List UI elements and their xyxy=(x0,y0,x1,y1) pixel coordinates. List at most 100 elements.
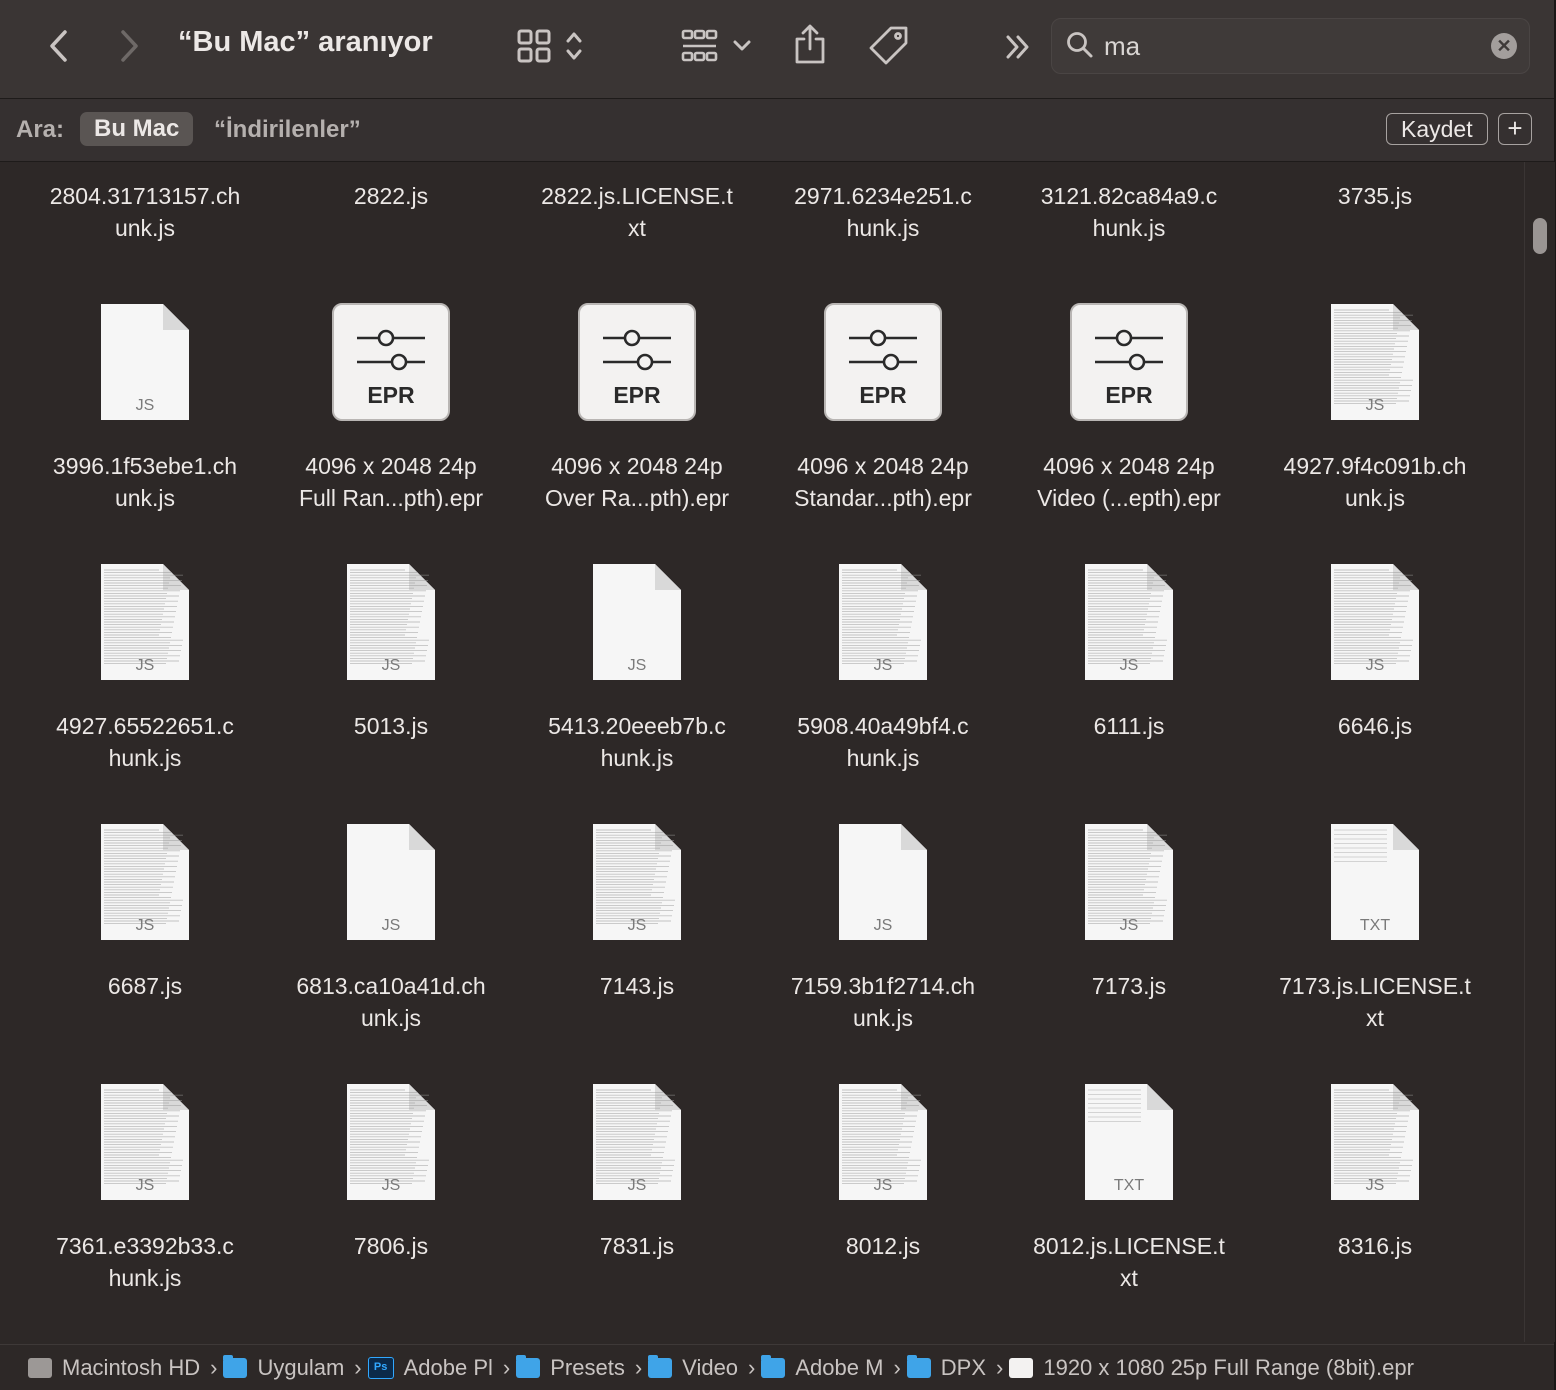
chevron-right-icon: › xyxy=(502,1354,511,1380)
file-item[interactable]: JS 5013.js xyxy=(268,562,514,742)
path-item[interactable]: Video › xyxy=(648,1354,756,1381)
path-item[interactable]: Uygulam › xyxy=(223,1354,362,1381)
file-name: 5908.40a49bf4.c hunk.js xyxy=(797,713,969,771)
file-item[interactable]: JS 7831.js xyxy=(514,1082,760,1262)
file-name: 5413.20eeeb7b.c hunk.js xyxy=(548,713,726,771)
file-name: 4096 x 2048 24p Over Ra...pth).epr xyxy=(544,453,730,511)
search-icon xyxy=(1066,31,1094,64)
grid-view-icon[interactable] xyxy=(516,28,552,64)
share-icon[interactable] xyxy=(792,22,828,66)
photoshop-icon: Ps xyxy=(367,1356,394,1379)
file-item[interactable]: JS 8012.js xyxy=(760,1082,1006,1262)
svg-text:JS: JS xyxy=(1120,657,1139,674)
finder-window: “Bu Mac” aranıyor ma ✕ Ara: Bu Mac “İndi… xyxy=(0,0,1556,1390)
js-file-icon: JS xyxy=(99,822,191,942)
path-item[interactable]: Macintosh HD › xyxy=(28,1355,217,1381)
file-item[interactable]: JS 6813.ca10a41d.ch unk.js xyxy=(268,822,514,1034)
file-name: 7806.js xyxy=(353,1233,429,1259)
js-file-icon: JS xyxy=(1329,302,1421,422)
svg-text:JS: JS xyxy=(136,657,155,674)
file-item[interactable]: JS 8316.js xyxy=(1252,1082,1498,1262)
file-item[interactable]: 2822.js.LICENSE.t xt xyxy=(514,180,760,244)
file-grid: 2804.31713157.ch unk.js 2822.js 2822.js.LIC… xyxy=(22,162,1522,1342)
file-item[interactable]: JS 6687.js xyxy=(22,822,268,1002)
file-item[interactable]: JS 7173.js xyxy=(1006,822,1252,1002)
more-icon[interactable] xyxy=(1000,30,1036,64)
file-item[interactable]: JS 3996.1f53ebe1.ch unk.js xyxy=(22,302,268,514)
js-file-icon: JS xyxy=(1083,562,1175,682)
clear-icon[interactable]: ✕ xyxy=(1491,33,1517,59)
back-icon[interactable] xyxy=(40,28,76,64)
forward-icon[interactable] xyxy=(112,28,148,64)
search-input[interactable]: ma xyxy=(1104,31,1140,62)
path-item[interactable]: Presets › xyxy=(516,1354,642,1381)
chevron-down-icon[interactable] xyxy=(730,34,754,58)
epr-file-icon xyxy=(1009,1357,1034,1378)
file-item[interactable]: EPR 4096 x 2048 24p Standar...pth).epr xyxy=(760,302,1006,514)
file-item[interactable]: TXT 8012.js.LICENSE.t xt xyxy=(1006,1082,1252,1294)
file-name: 7159.3b1f2714.ch unk.js xyxy=(790,973,976,1031)
folder-icon xyxy=(516,1354,541,1378)
file-item[interactable]: 3735.js xyxy=(1252,180,1498,212)
file-item[interactable]: JS 5908.40a49bf4.c hunk.js xyxy=(760,562,1006,774)
search-field[interactable]: ma ✕ xyxy=(1051,18,1530,74)
file-item[interactable]: JS 6646.js xyxy=(1252,562,1498,742)
file-item[interactable]: 2971.6234e251.c hunk.js xyxy=(760,180,1006,244)
file-item[interactable]: 2822.js xyxy=(268,180,514,212)
save-search-button[interactable]: Kaydet xyxy=(1386,113,1488,145)
file-name: 6813.ca10a41d.ch unk.js xyxy=(296,973,486,1031)
tag-icon[interactable] xyxy=(868,24,910,66)
svg-text:JS: JS xyxy=(382,917,401,934)
svg-text:EPR: EPR xyxy=(367,382,415,408)
folder-icon xyxy=(906,1354,931,1378)
txt-file-icon: TXT xyxy=(1083,1082,1175,1202)
scope-downloads-button[interactable]: “İndirilenler” xyxy=(214,116,361,144)
file-item[interactable]: JS 6111.js xyxy=(1006,562,1252,742)
file-item[interactable]: 2804.31713157.ch unk.js xyxy=(22,180,268,244)
file-item[interactable]: JS 7806.js xyxy=(268,1082,514,1262)
js-file-icon: JS xyxy=(591,822,683,942)
add-criteria-button[interactable]: + xyxy=(1498,113,1532,145)
js-file-icon: JS xyxy=(345,562,437,682)
path-item[interactable]: 1920 x 1080 25p Full Range (8bit).epr xyxy=(1009,1355,1414,1381)
svg-text:JS: JS xyxy=(1366,397,1385,414)
path-item[interactable]: Adobe M › xyxy=(761,1354,901,1381)
file-name: 2822.js xyxy=(353,183,429,209)
file-name: 7831.js xyxy=(599,1233,675,1259)
js-file-icon: JS xyxy=(99,562,191,682)
file-item[interactable]: JS 5413.20eeeb7b.c hunk.js xyxy=(514,562,760,774)
file-name: 8316.js xyxy=(1337,1233,1413,1259)
path-item[interactable]: Ps Adobe Pl › xyxy=(367,1354,511,1381)
file-item[interactable]: TXT 7173.js.LICENSE.t xt xyxy=(1252,822,1498,1034)
sort-chevrons-icon[interactable] xyxy=(562,28,586,64)
chevron-right-icon: › xyxy=(996,1354,1004,1380)
file-name: 4096 x 2048 24p Standar...pth).epr xyxy=(794,453,972,511)
epr-file-icon: EPR xyxy=(823,302,943,422)
file-item[interactable]: JS 7361.e3392b33.c hunk.js xyxy=(22,1082,268,1294)
file-item[interactable]: EPR 4096 x 2048 24p Full Ran...pth).epr xyxy=(268,302,514,514)
scrollbar[interactable] xyxy=(1524,162,1555,1342)
chevron-right-icon: › xyxy=(748,1354,756,1380)
file-name: 8012.js xyxy=(845,1233,921,1259)
scrollbar-thumb[interactable] xyxy=(1533,218,1547,254)
file-item[interactable]: EPR 4096 x 2048 24p Over Ra...pth).epr xyxy=(514,302,760,514)
file-name: 4096 x 2048 24p Video (...epth).epr xyxy=(1037,453,1221,511)
path-item-label: Macintosh HD xyxy=(62,1354,201,1380)
file-item[interactable]: JS 7159.3b1f2714.ch unk.js xyxy=(760,822,1006,1034)
file-item[interactable]: 3121.82ca84a9.c hunk.js xyxy=(1006,180,1252,244)
file-item[interactable]: JS 7143.js xyxy=(514,822,760,1002)
file-name: 4096 x 2048 24p Full Ran...pth).epr xyxy=(298,453,484,511)
js-file-icon: JS xyxy=(837,1082,929,1202)
file-name: 6646.js xyxy=(1337,713,1413,739)
file-item[interactable]: JS 4927.65522651.c hunk.js xyxy=(22,562,268,774)
path-item[interactable]: DPX › xyxy=(906,1354,1004,1381)
file-item[interactable]: JS 4927.9f4c091b.ch unk.js xyxy=(1252,302,1498,514)
scope-this-mac-button[interactable]: Bu Mac xyxy=(80,112,194,146)
group-icon[interactable] xyxy=(680,28,720,64)
js-file-icon: JS xyxy=(99,302,191,422)
file-name: 7361.e3392b33.c hunk.js xyxy=(56,1233,234,1291)
file-item[interactable]: EPR 4096 x 2048 24p Video (...epth).epr xyxy=(1006,302,1252,514)
chevron-right-icon: › xyxy=(210,1354,218,1380)
svg-text:JS: JS xyxy=(874,1177,893,1194)
svg-text:JS: JS xyxy=(874,917,893,934)
